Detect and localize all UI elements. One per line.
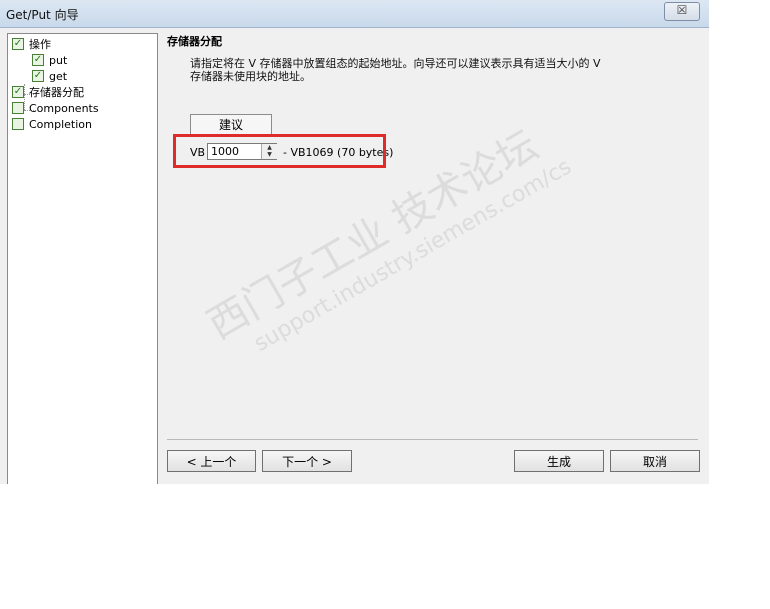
tree-item-operation[interactable]: ✓ 操作 (12, 37, 51, 53)
tree-item-completion[interactable]: Completion (12, 117, 92, 133)
tree-item-components[interactable]: Components (12, 101, 99, 117)
tree-item-get[interactable]: ✓ get (32, 69, 67, 85)
tree-item-label: Completion (29, 118, 93, 131)
checkbox-checked-icon: ✓ (12, 38, 24, 50)
tree-item-label: 操作 (29, 38, 51, 51)
checkbox-checked-icon: ✓ (12, 86, 24, 98)
cancel-button[interactable]: 取消 (610, 450, 700, 472)
generate-button[interactable]: 生成 (514, 450, 604, 472)
close-icon: ☒ (676, 3, 688, 17)
next-button[interactable]: 下一个 > (262, 450, 352, 472)
description-text: 请指定将在 V 存储器中放置组态的起始地址。向导还可以建议表示具有适当大小的 V… (190, 57, 670, 83)
tree-item-label: 存储器分配 (29, 86, 84, 99)
description-line: 请指定将在 V 存储器中放置组态的起始地址。向导还可以建议表示具有适当大小的 V (190, 57, 601, 70)
section-title: 存储器分配 (167, 35, 222, 48)
suggest-button[interactable]: 建议 (190, 114, 272, 135)
prev-button[interactable]: < 上一个 (167, 450, 256, 472)
wizard-window: Get/Put 向导 ☒ ✓ 操作 ✓ put ✓ get ✓ 存储器分配 Compon… (0, 0, 709, 484)
main-panel: 存储器分配 请指定将在 V 存储器中放置组态的起始地址。向导还可以建议表示具有适… (157, 28, 709, 484)
description-line: 存储器未使用块的地址。 (190, 70, 311, 83)
checkbox-checked-icon: ✓ (32, 54, 44, 66)
tree-item-label: put (49, 54, 68, 67)
title-bar: Get/Put 向导 ☒ (0, 0, 709, 28)
window-title: Get/Put 向导 (6, 8, 79, 22)
tree-item-memory-allocation[interactable]: ✓ 存储器分配 (12, 85, 84, 101)
tree-item-put[interactable]: ✓ put (32, 53, 67, 69)
navigation-tree: ✓ 操作 ✓ put ✓ get ✓ 存储器分配 Components Completi… (7, 33, 158, 484)
checkbox-empty-icon (12, 118, 24, 130)
divider (167, 439, 698, 440)
close-button[interactable]: ☒ (664, 2, 700, 21)
tree-item-label: get (49, 70, 68, 83)
checkbox-checked-icon: ✓ (32, 70, 44, 82)
highlight-box (173, 134, 386, 168)
tree-item-label: Components (29, 102, 99, 115)
checkbox-empty-icon (12, 102, 24, 114)
